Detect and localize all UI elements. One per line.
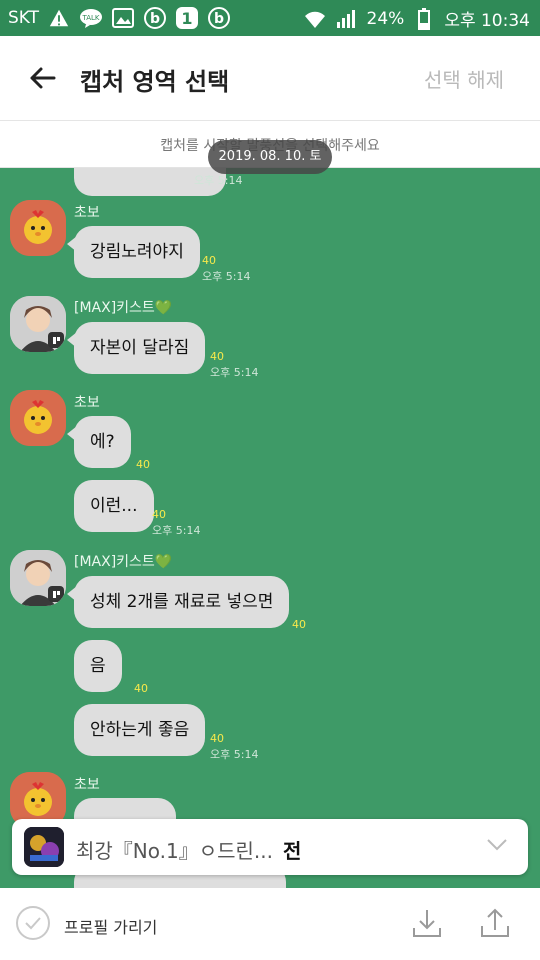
album-thumbnail [24, 827, 64, 867]
chat-bubble[interactable]: 에? [67, 416, 131, 468]
svg-text:1: 1 [181, 9, 192, 28]
message-time: 오후 5:14 [210, 366, 259, 379]
title-bar: 캡처 영역 선택 선택 해제 [0, 36, 540, 121]
svg-text:TALK: TALK [82, 14, 100, 22]
talk-icon: TALK [79, 6, 103, 30]
chevron-down-icon[interactable] [486, 837, 508, 856]
read-count: 40 [152, 508, 166, 521]
profile-hide-checkbox[interactable] [16, 906, 50, 940]
wifi-icon [303, 7, 327, 31]
sender-name: [MAX]키스트💚 [74, 300, 173, 316]
read-count: 40 [210, 350, 224, 363]
chat-bubble[interactable]: 음 [74, 640, 122, 692]
share-icon[interactable] [478, 906, 512, 940]
profile-hide-label: 프로필 가리기 [64, 918, 158, 937]
sender-name: 초보 [74, 777, 100, 793]
banner-bold: 전 [283, 839, 302, 863]
message-time: 오후 5:14 [194, 174, 243, 187]
chat-bubble[interactable]: 이런... [74, 480, 154, 532]
signal-icon [335, 7, 359, 31]
now-playing-banner[interactable]: 최강『No.1』ㅇ드린... 전 [12, 819, 528, 875]
clock-label: 오후 10:34 [444, 11, 530, 31]
chat-bubble[interactable]: 자본이 달라짐 [66, 322, 206, 374]
back-arrow-icon[interactable] [28, 64, 56, 92]
carrier-label: SKT [8, 8, 40, 28]
date-chip: 2019. 08. 10. 토 [208, 140, 332, 174]
avatar[interactable] [10, 390, 66, 446]
read-count: 40 [210, 732, 224, 745]
warning-icon [47, 6, 71, 30]
b-icon: b [207, 6, 231, 30]
battery-percent: 24% [366, 8, 405, 29]
sender-name: 초보 [74, 205, 100, 221]
page-title: 캡처 영역 선택 [80, 68, 230, 96]
chat-bubble[interactable]: 안하는게 좋음 [74, 704, 206, 756]
download-icon[interactable] [410, 906, 444, 940]
status-bar: SKT TALK b 1 b 24% 오후 10:34 [0, 0, 540, 36]
chat-area: 오후 5:14 초보 강림노려야지 40 오후 5:14 [MAX]키스트💚 자… [0, 168, 540, 888]
svg-text:b: b [214, 11, 224, 27]
avatar[interactable] [10, 296, 66, 352]
sender-name: [MAX]키스트💚 [74, 554, 173, 570]
chat-bubble[interactable]: 강림노려야지 [67, 226, 200, 278]
battery-icon [412, 7, 436, 31]
message-time: 오후 5:14 [202, 270, 251, 283]
deselect-button[interactable]: 선택 해제 [424, 64, 504, 93]
one-icon: 1 [175, 6, 199, 30]
svg-text:b: b [150, 11, 160, 27]
sender-name: 초보 [74, 395, 100, 411]
message-time: 오후 5:14 [152, 524, 201, 537]
read-count: 40 [136, 458, 150, 471]
banner-text: 최강『No.1』ㅇ드린... 전 [76, 839, 302, 863]
bottom-toolbar: 프로필 가리기 [0, 888, 540, 960]
read-count: 40 [134, 682, 148, 695]
read-count: 40 [292, 618, 306, 631]
message-time: 오후 5:14 [210, 748, 259, 761]
avatar[interactable] [10, 550, 66, 606]
gallery-icon [111, 6, 135, 30]
b-icon: b [143, 6, 167, 30]
read-count: 40 [202, 254, 216, 267]
chat-bubble[interactable]: 성체 2개를 재료로 넣으면 [66, 576, 290, 628]
avatar[interactable] [10, 200, 66, 256]
